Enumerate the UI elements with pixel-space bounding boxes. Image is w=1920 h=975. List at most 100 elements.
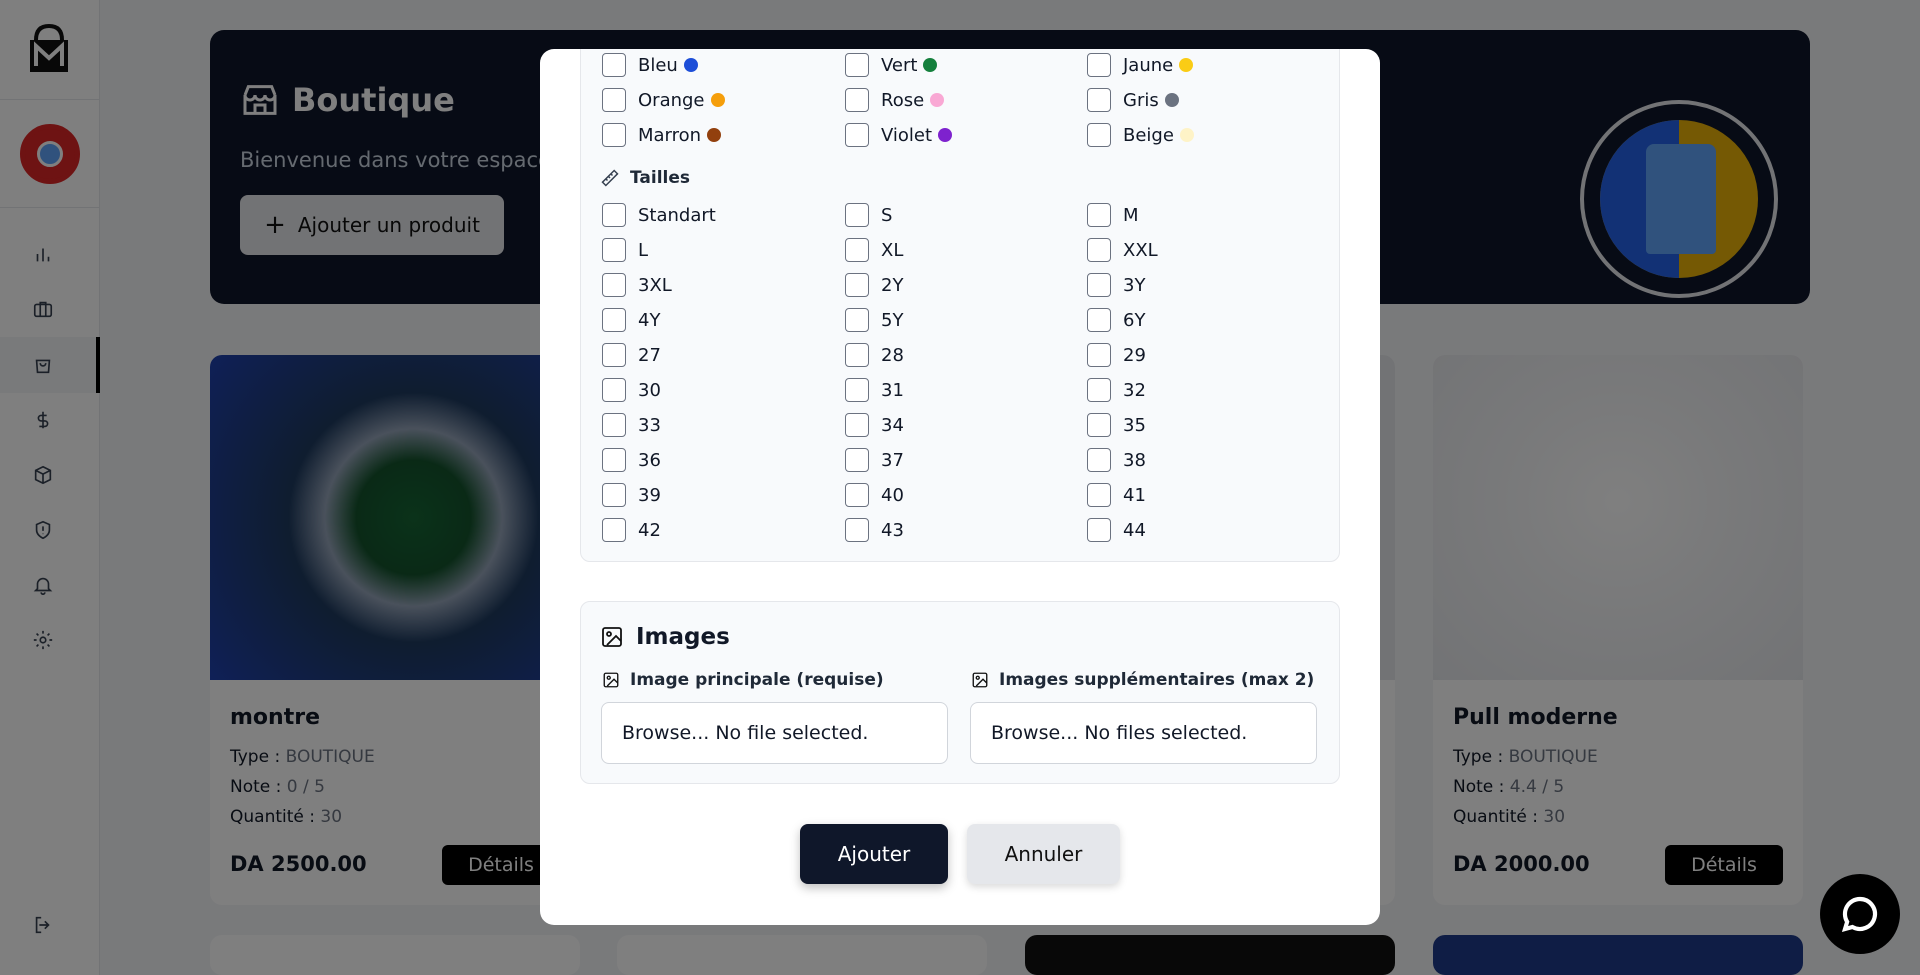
color-option[interactable]: Violet (845, 123, 953, 147)
size-checkbox[interactable] (845, 238, 869, 262)
size-checkbox[interactable] (845, 203, 869, 227)
color-checkbox[interactable] (602, 123, 626, 147)
size-option[interactable]: 36 (602, 448, 661, 472)
color-swatch (938, 128, 953, 142)
size-checkbox[interactable] (1087, 203, 1111, 227)
size-checkbox[interactable] (1087, 413, 1111, 437)
size-checkbox[interactable] (1087, 378, 1111, 402)
size-checkbox[interactable] (602, 483, 626, 507)
size-option[interactable]: 3XL (602, 273, 672, 297)
color-option[interactable]: Vert (845, 53, 938, 77)
size-checkbox[interactable] (1087, 308, 1111, 332)
size-label: 3XL (638, 274, 672, 296)
size-checkbox[interactable] (845, 413, 869, 437)
size-checkbox[interactable] (1087, 448, 1111, 472)
size-option[interactable]: 3Y (1087, 273, 1145, 297)
sizes-heading-text: Tailles (630, 168, 691, 188)
size-checkbox[interactable] (1087, 273, 1111, 297)
size-option[interactable]: M (1087, 203, 1139, 227)
size-option[interactable]: 42 (602, 518, 661, 542)
size-checkbox[interactable] (602, 203, 626, 227)
size-checkbox[interactable] (845, 308, 869, 332)
size-option[interactable]: 33 (602, 413, 661, 437)
size-option[interactable]: 29 (1087, 343, 1146, 367)
size-option[interactable]: 44 (1087, 518, 1146, 542)
size-option[interactable]: 31 (845, 378, 904, 402)
size-checkbox[interactable] (1087, 343, 1111, 367)
color-label: Gris (1123, 89, 1159, 111)
size-checkbox[interactable] (845, 518, 869, 542)
size-label: 3Y (1123, 274, 1146, 296)
size-label: 2Y (881, 274, 904, 296)
color-label: Rose (881, 89, 925, 111)
color-label: Marron (638, 124, 702, 146)
size-option[interactable]: 2Y (845, 273, 903, 297)
size-option[interactable]: 35 (1087, 413, 1146, 437)
size-option[interactable]: S (845, 203, 892, 227)
size-option[interactable]: 30 (602, 378, 661, 402)
size-checkbox[interactable] (1087, 483, 1111, 507)
color-checkbox[interactable] (845, 123, 869, 147)
size-option[interactable]: 27 (602, 343, 661, 367)
size-checkbox[interactable] (602, 448, 626, 472)
main-image-file-input[interactable]: Browse... No file selected. (601, 702, 948, 764)
size-option[interactable]: 38 (1087, 448, 1146, 472)
size-checkbox[interactable] (845, 448, 869, 472)
size-label: 31 (881, 379, 904, 401)
submit-button[interactable]: Ajouter (800, 824, 948, 884)
color-option[interactable]: Marron (602, 123, 722, 147)
images-heading: Images (600, 624, 730, 650)
color-checkbox[interactable] (1087, 123, 1111, 147)
color-checkbox[interactable] (602, 88, 626, 112)
size-option[interactable]: XL (845, 238, 903, 262)
size-checkbox[interactable] (845, 378, 869, 402)
chat-button[interactable] (1820, 874, 1900, 954)
size-option[interactable]: 6Y (1087, 308, 1145, 332)
size-checkbox[interactable] (602, 413, 626, 437)
size-checkbox[interactable] (602, 308, 626, 332)
size-option[interactable]: 39 (602, 483, 661, 507)
color-label: Beige (1123, 124, 1174, 146)
size-checkbox[interactable] (845, 343, 869, 367)
size-option[interactable]: 34 (845, 413, 904, 437)
size-option[interactable]: 37 (845, 448, 904, 472)
size-label: 29 (1123, 344, 1146, 366)
extra-images-file-input[interactable]: Browse... No files selected. (970, 702, 1317, 764)
size-checkbox[interactable] (845, 483, 869, 507)
size-option[interactable]: 43 (845, 518, 904, 542)
size-checkbox[interactable] (602, 518, 626, 542)
size-label: 28 (881, 344, 904, 366)
images-heading-text: Images (636, 624, 730, 650)
size-option[interactable]: 4Y (602, 308, 660, 332)
size-checkbox[interactable] (1087, 518, 1111, 542)
color-label: Bleu (638, 54, 678, 76)
color-option[interactable]: Gris (1087, 88, 1179, 112)
color-option[interactable]: Jaune (1087, 53, 1194, 77)
size-checkbox[interactable] (845, 273, 869, 297)
color-checkbox[interactable] (1087, 53, 1111, 77)
size-checkbox[interactable] (602, 273, 626, 297)
size-option[interactable]: 28 (845, 343, 904, 367)
color-checkbox[interactable] (602, 53, 626, 77)
image-icon (603, 672, 619, 688)
size-option[interactable]: 5Y (845, 308, 903, 332)
color-option[interactable]: Beige (1087, 123, 1194, 147)
size-label: XL (881, 239, 904, 261)
size-option[interactable]: Standart (602, 203, 716, 227)
size-option[interactable]: 41 (1087, 483, 1146, 507)
size-option[interactable]: L (602, 238, 648, 262)
size-option[interactable]: 40 (845, 483, 904, 507)
size-option[interactable]: 32 (1087, 378, 1146, 402)
size-checkbox[interactable] (602, 378, 626, 402)
color-checkbox[interactable] (845, 53, 869, 77)
color-option[interactable]: Rose (845, 88, 945, 112)
color-checkbox[interactable] (845, 88, 869, 112)
size-checkbox[interactable] (602, 238, 626, 262)
size-checkbox[interactable] (602, 343, 626, 367)
size-checkbox[interactable] (1087, 238, 1111, 262)
color-checkbox[interactable] (1087, 88, 1111, 112)
size-option[interactable]: XXL (1087, 238, 1158, 262)
color-option[interactable]: Orange (602, 88, 725, 112)
color-option[interactable]: Bleu (602, 53, 698, 77)
cancel-button[interactable]: Annuler (967, 824, 1120, 884)
